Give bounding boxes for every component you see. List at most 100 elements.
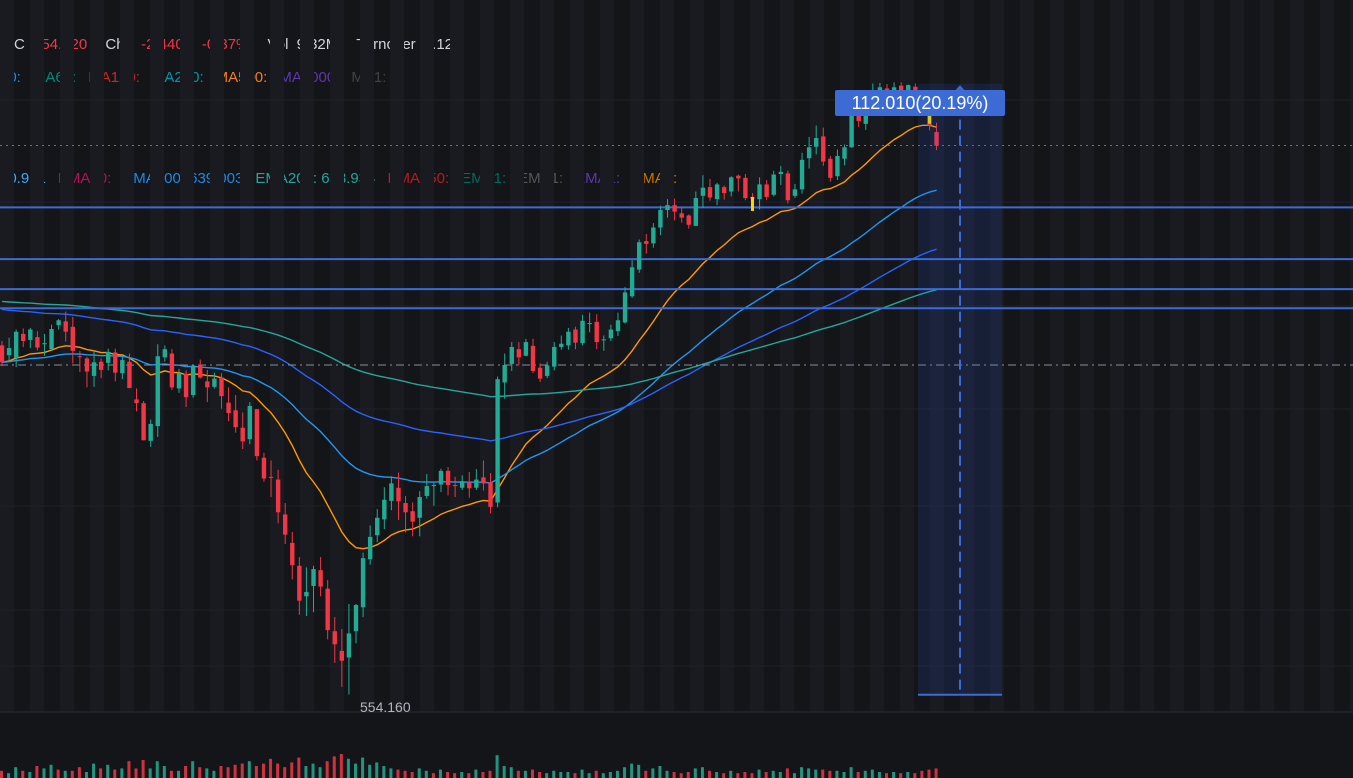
grid-column: [780, 0, 794, 712]
candle-body: [148, 423, 153, 441]
volume-bar: [630, 763, 634, 778]
volume-bar: [757, 769, 761, 778]
volume-bar: [467, 773, 471, 778]
candle-body: [842, 147, 847, 159]
candle-body: [665, 205, 670, 211]
candle-body: [544, 365, 550, 376]
candle-body: [580, 320, 585, 344]
volume-bar: [431, 773, 435, 778]
candle-body: [396, 487, 401, 502]
volume-bar: [269, 758, 273, 778]
volume-bar: [608, 772, 612, 778]
candle-body: [106, 351, 111, 363]
volume-bar: [828, 770, 832, 778]
chart-grid: [0, 0, 1353, 713]
volume-bar: [389, 768, 393, 778]
volume-bar: [474, 769, 478, 778]
candle-body: [594, 321, 599, 343]
grid-column: [240, 0, 254, 712]
volume-bar: [764, 772, 768, 778]
volume-bar: [56, 769, 60, 778]
volume-bar: [120, 768, 124, 778]
candle-body: [566, 331, 571, 346]
volume-bar: [339, 754, 343, 778]
candle-body: [84, 358, 90, 372]
volume-bar: [205, 768, 209, 778]
volume-bar: [835, 770, 839, 778]
candle-body: [70, 326, 75, 351]
candle-body: [651, 227, 656, 244]
price-chart[interactable]: 112.010(20.19%) 554.160: [0, 0, 1353, 778]
volume-bar: [361, 757, 365, 778]
grid-column: [570, 0, 584, 712]
volume-bar: [283, 767, 287, 778]
volume-bar: [21, 770, 25, 778]
volume-bar: [651, 768, 655, 778]
candle-body: [219, 377, 224, 397]
candle-body: [212, 378, 217, 387]
candle-body: [417, 497, 422, 518]
volume-bar: [92, 763, 96, 778]
candle-body: [375, 517, 380, 536]
volume-bar: [77, 767, 81, 778]
volume-bar: [155, 761, 159, 778]
volume-bar: [106, 764, 110, 778]
volume-bar: [601, 773, 605, 778]
price-range-measure: 112.010(20.19%): [835, 83, 1005, 696]
candle-body: [736, 175, 741, 179]
candle-body: [247, 405, 252, 440]
candle-body: [28, 329, 33, 340]
volume-bar: [7, 773, 11, 778]
volume-bar: [531, 769, 534, 778]
grid-column: [480, 0, 494, 712]
candle-body: [169, 353, 175, 388]
volume-bar: [354, 763, 357, 778]
volume-bar: [927, 769, 931, 778]
grid-column: [30, 0, 44, 712]
volume-bar: [877, 772, 881, 778]
volume-bar: [814, 769, 818, 778]
candle-body: [474, 479, 479, 488]
grid-column: [1170, 0, 1184, 712]
candle-body: [431, 485, 437, 487]
volume-bar: [169, 770, 173, 778]
candle-body: [198, 364, 203, 378]
volume-bar: [403, 770, 407, 778]
volume-bar: [538, 772, 542, 778]
candle-body: [757, 184, 762, 200]
candle-body: [679, 213, 684, 218]
candle-body: [346, 633, 352, 658]
volume-bar: [488, 770, 492, 778]
candle-body: [821, 136, 826, 162]
volume-bar: [0, 770, 3, 778]
candle-body: [700, 187, 706, 196]
volume-bar: [134, 768, 138, 778]
candle-body: [190, 365, 196, 396]
candle-body: [261, 457, 267, 479]
grid-column: [660, 0, 674, 712]
volume-bar: [212, 770, 216, 778]
volume-bar: [842, 772, 846, 778]
candle-body: [275, 479, 281, 513]
candle-body: [226, 402, 231, 414]
volume-bar: [849, 767, 853, 778]
volume-bar: [42, 768, 46, 778]
volume-bar: [573, 773, 577, 778]
volume-bar: [375, 762, 379, 778]
candle-body: [467, 482, 472, 489]
volume-bar: [623, 767, 627, 778]
volume-bar: [453, 773, 457, 778]
volume-bar: [516, 770, 520, 778]
candle-body: [339, 650, 345, 661]
candle-body: [13, 331, 19, 358]
volume-bar: [191, 761, 195, 778]
candle-body: [21, 333, 26, 341]
candle-body: [162, 349, 168, 358]
volume-bar: [198, 767, 202, 778]
grid-column: [450, 0, 464, 712]
candle-body: [835, 156, 840, 177]
volume-bar: [785, 768, 789, 778]
volume-bar: [913, 773, 917, 778]
volume-bar: [708, 770, 711, 778]
candle-body: [799, 159, 805, 190]
